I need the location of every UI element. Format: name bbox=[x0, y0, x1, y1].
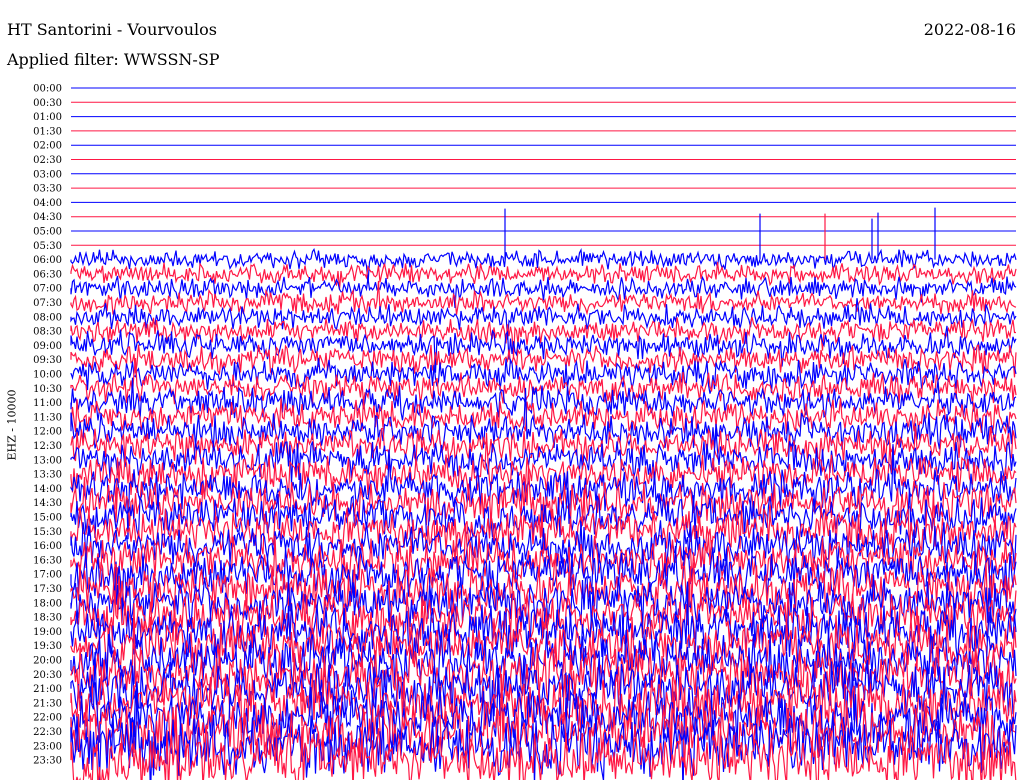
row-tick-label: 15:30 bbox=[33, 527, 62, 538]
row-tick-label: 11:30 bbox=[33, 412, 62, 423]
row-tick-label: 21:00 bbox=[33, 684, 62, 695]
row-tick-label: 17:30 bbox=[33, 584, 62, 595]
trace-group bbox=[70, 87, 1017, 780]
tick-label-group: 00:00 00:30 01:00 01:30 02:00 02:30 03:00 03:30… bbox=[33, 84, 62, 767]
row-tick-label: 20:00 bbox=[33, 656, 62, 667]
row-tick-label: 12:00 bbox=[33, 427, 62, 438]
row-tick-label: 11:00 bbox=[33, 398, 62, 409]
row-tick-label: 08:00 bbox=[33, 312, 62, 323]
row-tick-label: 13:30 bbox=[33, 470, 62, 481]
row-tick-label: 21:30 bbox=[33, 698, 62, 709]
row-tick-label: 14:00 bbox=[33, 484, 62, 495]
row-tick-label: 07:30 bbox=[33, 298, 62, 309]
row-tick-label: 10:30 bbox=[33, 384, 62, 395]
row-tick-label: 23:00 bbox=[33, 741, 62, 752]
row-tick-label: 12:30 bbox=[33, 441, 62, 452]
row-tick-label: 06:00 bbox=[33, 255, 62, 266]
row-tick-label: 04:30 bbox=[33, 212, 62, 223]
row-tick-label: 03:00 bbox=[33, 169, 62, 180]
row-tick-label: 09:00 bbox=[33, 341, 62, 352]
row-tick-label: 01:30 bbox=[33, 126, 62, 137]
row-tick-label: 01:00 bbox=[33, 112, 62, 123]
row-tick-label: 15:00 bbox=[33, 513, 62, 524]
row-tick-label: 16:00 bbox=[33, 541, 62, 552]
row-tick-label: 08:30 bbox=[33, 327, 62, 338]
trace-row bbox=[70, 261, 1017, 290]
row-tick-label: 17:00 bbox=[33, 570, 62, 581]
row-tick-label: 03:30 bbox=[33, 184, 62, 195]
row-tick-label: 07:00 bbox=[33, 284, 62, 295]
row-tick-label: 18:30 bbox=[33, 613, 62, 624]
row-tick-label: 00:00 bbox=[33, 84, 62, 95]
row-tick-label: 23:30 bbox=[33, 756, 62, 767]
row-tick-label: 10:00 bbox=[33, 370, 62, 381]
row-tick-label: 14:30 bbox=[33, 498, 62, 509]
row-tick-label: 19:30 bbox=[33, 641, 62, 652]
row-tick-label: 04:00 bbox=[33, 198, 62, 209]
row-tick-label: 20:30 bbox=[33, 670, 62, 681]
row-tick-label: 02:30 bbox=[33, 155, 62, 166]
row-tick-label: 16:30 bbox=[33, 555, 62, 566]
row-tick-label: 18:00 bbox=[33, 598, 62, 609]
row-tick-label: 13:00 bbox=[33, 455, 62, 466]
row-tick-label: 06:30 bbox=[33, 269, 62, 280]
row-tick-label: 02:00 bbox=[33, 141, 62, 152]
row-tick-label: 05:30 bbox=[33, 241, 62, 252]
helicorder-plot: 00:00 00:30 01:00 01:30 02:00 02:30 03:00 03:30… bbox=[33, 84, 1017, 780]
row-tick-label: 00:30 bbox=[33, 98, 62, 109]
row-tick-label: 05:00 bbox=[33, 227, 62, 238]
row-tick-label: 22:00 bbox=[33, 713, 62, 724]
row-tick-label: 22:30 bbox=[33, 727, 62, 738]
row-tick-label: 19:00 bbox=[33, 627, 62, 638]
row-tick-label: 09:30 bbox=[33, 355, 62, 366]
